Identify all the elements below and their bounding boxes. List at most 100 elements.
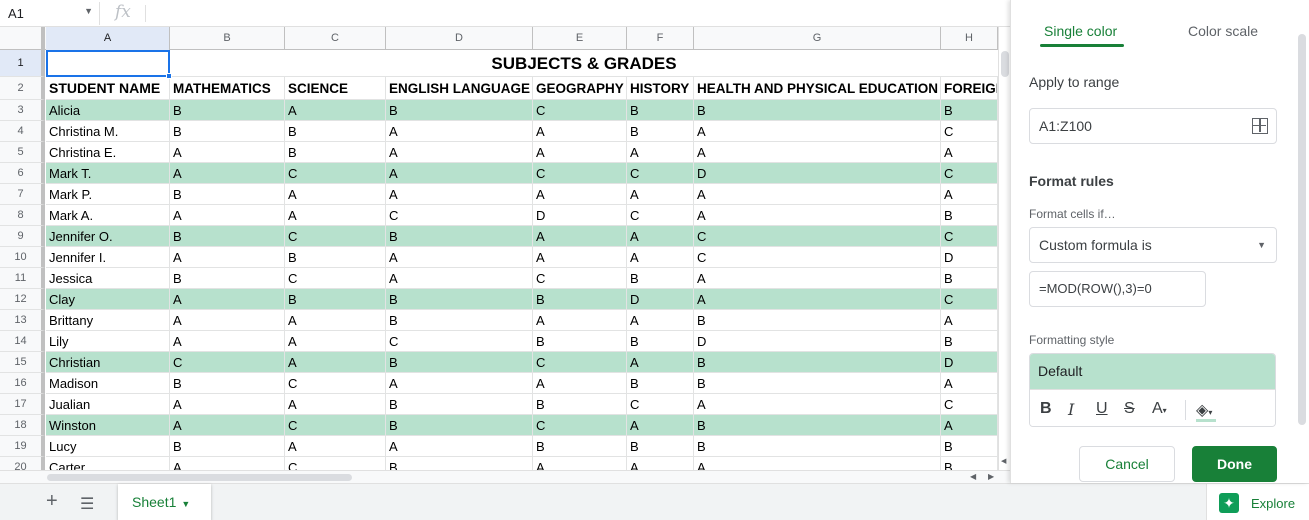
cell[interactable]: B bbox=[533, 289, 627, 310]
cell[interactable]: C bbox=[941, 226, 998, 247]
cell[interactable]: A bbox=[533, 226, 627, 247]
cell[interactable]: B bbox=[694, 352, 941, 373]
cell[interactable]: A bbox=[170, 142, 285, 163]
cell[interactable]: A bbox=[386, 436, 533, 457]
cell[interactable]: A bbox=[170, 331, 285, 352]
row-header[interactable]: 4 bbox=[0, 121, 45, 142]
cell[interactable]: A bbox=[386, 121, 533, 142]
done-button[interactable]: Done bbox=[1192, 446, 1277, 482]
cell[interactable]: A bbox=[386, 268, 533, 289]
cell[interactable]: B bbox=[386, 226, 533, 247]
row-header[interactable]: 20 bbox=[0, 457, 45, 470]
cell[interactable]: B bbox=[627, 331, 694, 352]
cell[interactable]: A bbox=[627, 142, 694, 163]
cell[interactable]: B bbox=[386, 310, 533, 331]
cell[interactable]: C bbox=[694, 226, 941, 247]
cell[interactable]: A bbox=[694, 205, 941, 226]
cell[interactable]: A bbox=[170, 289, 285, 310]
cell[interactable]: A bbox=[694, 268, 941, 289]
cell[interactable]: B bbox=[285, 142, 386, 163]
cell[interactable]: A bbox=[285, 352, 386, 373]
cell[interactable]: C bbox=[285, 373, 386, 394]
cell[interactable]: B bbox=[170, 268, 285, 289]
cell[interactable]: Jessica bbox=[46, 268, 170, 289]
cell[interactable]: A bbox=[170, 415, 285, 436]
cell[interactable]: C bbox=[533, 415, 627, 436]
cell[interactable]: B bbox=[627, 121, 694, 142]
row-header[interactable]: 5 bbox=[0, 142, 45, 163]
cell[interactable]: A bbox=[941, 184, 998, 205]
column-title-cell[interactable]: STUDENT NAME bbox=[46, 77, 170, 100]
cell[interactable]: A bbox=[694, 184, 941, 205]
cell[interactable]: C bbox=[627, 163, 694, 184]
cell[interactable]: Madison bbox=[46, 373, 170, 394]
column-header[interactable]: C bbox=[285, 27, 386, 50]
cell[interactable]: Brittany bbox=[46, 310, 170, 331]
cell[interactable]: A bbox=[533, 457, 627, 470]
cell[interactable]: Jualian bbox=[46, 394, 170, 415]
text-color-icon[interactable]: A▾ bbox=[1152, 400, 1167, 418]
cell[interactable]: B bbox=[694, 373, 941, 394]
row-header[interactable]: 19 bbox=[0, 436, 45, 457]
cell[interactable]: C bbox=[533, 352, 627, 373]
cell[interactable]: A bbox=[285, 100, 386, 121]
cell[interactable]: C bbox=[941, 289, 998, 310]
cell[interactable]: Lucy bbox=[46, 436, 170, 457]
cell[interactable]: B bbox=[533, 394, 627, 415]
cell[interactable]: A bbox=[170, 310, 285, 331]
cell[interactable]: Christian bbox=[46, 352, 170, 373]
sheet-tab[interactable]: Sheet1 ▼ bbox=[118, 484, 211, 520]
cell[interactable]: B bbox=[170, 226, 285, 247]
tab-single-color[interactable]: Single color bbox=[1044, 23, 1117, 39]
cell[interactable]: A bbox=[170, 247, 285, 268]
cell[interactable]: A bbox=[285, 184, 386, 205]
cell[interactable]: C bbox=[386, 205, 533, 226]
cell[interactable]: C bbox=[285, 226, 386, 247]
add-sheet-icon[interactable]: + bbox=[46, 490, 58, 513]
cell[interactable]: B bbox=[386, 457, 533, 470]
chevron-down-icon[interactable]: ▼ bbox=[1257, 228, 1266, 262]
row-header[interactable]: 18 bbox=[0, 415, 45, 436]
scroll-arrow-icon[interactable]: ◀ bbox=[1001, 457, 1006, 465]
cell[interactable]: B bbox=[627, 268, 694, 289]
column-title-cell[interactable]: ENGLISH LANGUAGE bbox=[386, 77, 533, 100]
cell[interactable]: C bbox=[694, 247, 941, 268]
horizontal-scrollbar[interactable]: ◀ ▶ bbox=[0, 470, 1010, 483]
cell[interactable]: A bbox=[170, 163, 285, 184]
cell[interactable]: A bbox=[627, 457, 694, 470]
cell[interactable]: A bbox=[694, 394, 941, 415]
cell[interactable]: A bbox=[694, 289, 941, 310]
cell[interactable]: A bbox=[386, 247, 533, 268]
column-title-cell[interactable]: GEOGRAPHY bbox=[533, 77, 627, 100]
cell[interactable]: Mark P. bbox=[46, 184, 170, 205]
row-header[interactable]: 9 bbox=[0, 226, 45, 247]
cell[interactable]: B bbox=[386, 415, 533, 436]
grid-select-icon[interactable] bbox=[1252, 118, 1268, 134]
cell[interactable]: D bbox=[627, 289, 694, 310]
cell[interactable]: A bbox=[386, 184, 533, 205]
cell[interactable]: Winston bbox=[46, 415, 170, 436]
cell[interactable]: B bbox=[694, 415, 941, 436]
horizontal-scroll-thumb[interactable] bbox=[47, 474, 352, 481]
cell[interactable]: D bbox=[694, 331, 941, 352]
cell[interactable]: Carter bbox=[46, 457, 170, 470]
cell[interactable]: C bbox=[386, 331, 533, 352]
column-title-cell[interactable]: MATHEMATICS bbox=[170, 77, 285, 100]
cell[interactable]: B bbox=[170, 121, 285, 142]
cell[interactable] bbox=[46, 50, 170, 77]
column-header[interactable]: F bbox=[627, 27, 694, 50]
cell[interactable]: C bbox=[285, 457, 386, 470]
cell[interactable]: B bbox=[285, 247, 386, 268]
cell[interactable]: A bbox=[694, 142, 941, 163]
fill-handle[interactable] bbox=[166, 73, 172, 79]
cell[interactable]: Lily bbox=[46, 331, 170, 352]
cell[interactable]: C bbox=[285, 415, 386, 436]
fill-color-icon[interactable]: ◈▾ bbox=[1196, 400, 1212, 420]
italic-icon[interactable]: I bbox=[1068, 400, 1074, 419]
cell[interactable]: B bbox=[170, 436, 285, 457]
cell[interactable]: A bbox=[170, 457, 285, 470]
cell[interactable]: B bbox=[386, 352, 533, 373]
cell[interactable]: D bbox=[533, 205, 627, 226]
row-header[interactable]: 10 bbox=[0, 247, 45, 268]
cell[interactable]: A bbox=[533, 184, 627, 205]
